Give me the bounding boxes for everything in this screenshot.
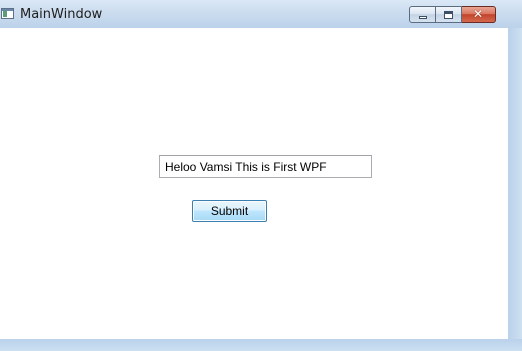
window-right-border — [508, 28, 522, 351]
title-bar[interactable]: MainWindow ✕ — [0, 0, 522, 28]
maximize-icon — [444, 11, 453, 19]
caption-buttons: ✕ — [409, 6, 496, 23]
close-button[interactable]: ✕ — [462, 6, 496, 23]
window-app-icon[interactable] — [1, 8, 14, 19]
window-content — [0, 28, 508, 339]
maximize-button[interactable] — [436, 6, 462, 23]
submit-button[interactable]: Submit — [192, 200, 267, 222]
minimize-icon — [419, 16, 427, 19]
close-icon: ✕ — [472, 7, 484, 21]
message-text-input[interactable] — [159, 155, 372, 178]
window-title: MainWindow — [20, 7, 103, 22]
main-window: MainWindow ✕ Submit — [0, 0, 522, 351]
window-bottom-border — [0, 339, 522, 351]
minimize-button[interactable] — [409, 6, 436, 23]
